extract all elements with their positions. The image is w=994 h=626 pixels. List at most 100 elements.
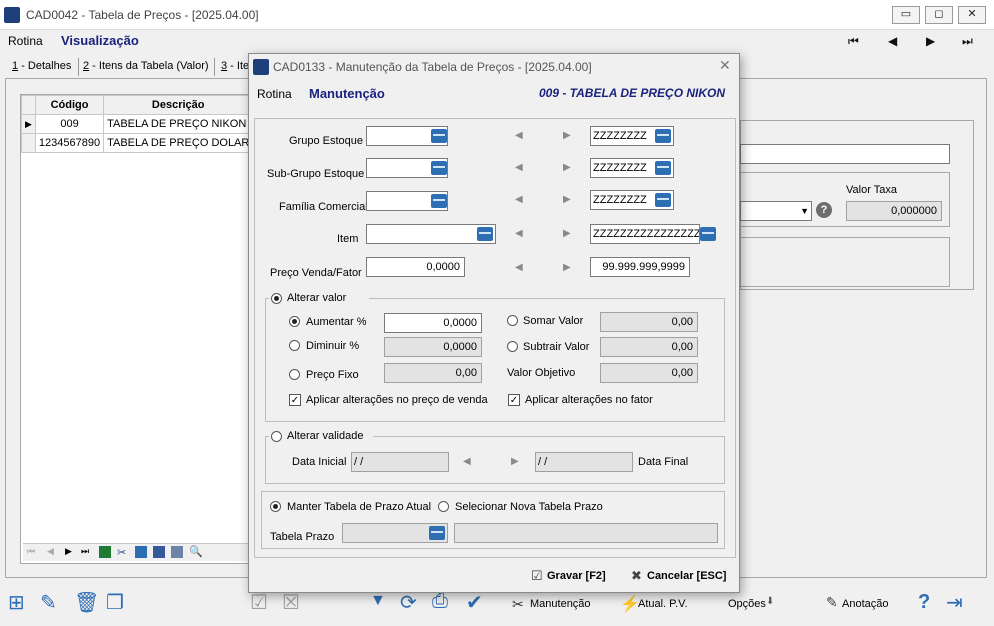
menu-rotina[interactable]: Rotina bbox=[8, 34, 43, 48]
save-icon[interactable] bbox=[135, 546, 147, 558]
alterar-valor-legend[interactable]: Alterar valor bbox=[269, 292, 369, 306]
right-field[interactable] bbox=[740, 144, 950, 164]
grid-header-descricao[interactable]: Descrição bbox=[103, 95, 254, 115]
save-icon: ☑ bbox=[531, 568, 543, 583]
atual-pv-button[interactable]: Atual. P.V. bbox=[638, 598, 688, 610]
subtrair-radio[interactable] bbox=[507, 341, 518, 352]
aplicar-fator-label: Aplicar alterações no fator bbox=[525, 394, 653, 406]
sub-grupo-from-input[interactable] bbox=[366, 158, 448, 178]
gravar-button[interactable]: ☑ Gravar [F2] bbox=[531, 568, 621, 586]
help-icon[interactable]: ? bbox=[918, 591, 930, 614]
dialog-menu-manutencao[interactable]: Manutenção bbox=[309, 86, 385, 101]
tab-itens-label: - Itens da Tabela (Valor) bbox=[89, 60, 209, 72]
help-icon[interactable]: ? bbox=[816, 202, 832, 218]
folder-icon[interactable] bbox=[655, 193, 671, 207]
print-icon[interactable] bbox=[153, 546, 165, 558]
manter-prazo-radio[interactable] bbox=[270, 501, 281, 512]
pencil-icon: ✎ bbox=[826, 594, 838, 610]
alterar-validade-legend[interactable]: Alterar validade bbox=[269, 430, 373, 444]
arrow-left-icon: ◀ bbox=[515, 262, 523, 273]
arrow-right-icon: ▶ bbox=[563, 228, 571, 239]
manutencao-icon: ✂ bbox=[512, 596, 524, 612]
table-row[interactable]: ▶ 009 TABELA DE PREÇO NIKON bbox=[21, 114, 254, 134]
folder-icon[interactable] bbox=[655, 161, 671, 175]
anotacao-button[interactable]: Anotação bbox=[842, 598, 888, 610]
tools-icon[interactable]: ✂ bbox=[117, 546, 126, 559]
cell-codigo[interactable]: 1234567890 bbox=[34, 133, 105, 153]
dialog-menu-rotina[interactable]: Rotina bbox=[257, 87, 292, 101]
add-icon[interactable]: ⊞ bbox=[8, 590, 25, 615]
somar-radio[interactable] bbox=[507, 315, 518, 326]
opcoes-button[interactable]: Opções bbox=[728, 598, 766, 610]
item-to-input[interactable]: ZZZZZZZZZZZZZZZZZZZZ bbox=[590, 224, 700, 244]
aumentar-radio[interactable] bbox=[289, 316, 300, 327]
familia-from-input[interactable] bbox=[366, 191, 448, 211]
nav-last-icon[interactable]: ⏭ bbox=[962, 34, 973, 49]
restore-button[interactable]: ◻ bbox=[925, 6, 953, 24]
cell-descricao[interactable]: TABELA DE PREÇO DOLAR bbox=[103, 133, 254, 153]
folder-icon[interactable] bbox=[431, 161, 447, 175]
preco-fixo-radio[interactable] bbox=[289, 369, 300, 380]
cancel-icon: ✖ bbox=[631, 568, 642, 583]
aumentar-label: Aumentar % bbox=[306, 316, 367, 328]
aplicar-preco-venda-checkbox[interactable]: ✓ bbox=[289, 394, 301, 406]
print-icon[interactable]: ⎙ bbox=[432, 590, 448, 613]
folder-icon[interactable] bbox=[431, 194, 447, 208]
nav-next-icon[interactable]: ▶ bbox=[926, 34, 935, 48]
manter-prazo-label: Manter Tabela de Prazo Atual bbox=[287, 501, 432, 513]
minimize-button[interactable]: ▭ bbox=[892, 6, 920, 24]
alterar-valor-label: Alterar valor bbox=[287, 292, 347, 304]
copy-icon[interactable]: ❐ bbox=[106, 590, 124, 615]
grupo-estoque-from-input[interactable] bbox=[366, 126, 448, 146]
arrow-left-icon: ◀ bbox=[515, 162, 523, 173]
grid-prev-icon[interactable]: ◀ bbox=[47, 546, 54, 557]
edit-icon[interactable]: ✎ bbox=[40, 590, 57, 615]
selecionar-prazo-radio[interactable] bbox=[438, 501, 449, 512]
cell-codigo[interactable]: 009 bbox=[34, 114, 105, 134]
arrow-left-icon: ◀ bbox=[463, 456, 471, 467]
preco-from-input[interactable]: 0,0000 bbox=[366, 257, 465, 277]
alterar-validade-radio[interactable] bbox=[271, 431, 282, 442]
search-icon[interactable]: 🔍 bbox=[189, 545, 203, 558]
grid-header-codigo[interactable]: Código bbox=[34, 95, 105, 115]
tab-itens-tabela[interactable]: 2 - Itens da Tabela (Valor) bbox=[79, 60, 213, 72]
diminuir-radio[interactable] bbox=[289, 340, 300, 351]
alterar-valor-radio[interactable] bbox=[271, 293, 282, 304]
folder-icon[interactable] bbox=[655, 129, 671, 143]
nav-prev-icon[interactable]: ◀ bbox=[888, 34, 897, 48]
cell-descricao[interactable]: TABELA DE PREÇO NIKON bbox=[103, 114, 254, 134]
row-indicator bbox=[21, 133, 36, 153]
tab-detalhes[interactable]: 1 - Detalhes bbox=[8, 60, 75, 72]
report-icon[interactable] bbox=[171, 546, 183, 558]
dialog-close-button[interactable]: ✕ bbox=[719, 57, 731, 74]
right-empty-group bbox=[740, 237, 950, 287]
grid-first-icon[interactable]: ⏮ bbox=[27, 546, 35, 557]
folder-icon[interactable] bbox=[477, 227, 493, 241]
exit-icon[interactable]: ⇥ bbox=[946, 590, 963, 615]
refresh-icon[interactable]: ⟳ bbox=[400, 590, 417, 615]
close-button[interactable]: ✕ bbox=[958, 6, 986, 24]
subtrair-input: 0,00 bbox=[600, 337, 698, 357]
check-icon[interactable]: ✔ bbox=[466, 590, 483, 615]
aumentar-input[interactable]: 0,0000 bbox=[384, 313, 482, 333]
filter-icon[interactable]: ▼ bbox=[370, 592, 386, 610]
aplicar-fator-checkbox[interactable]: ✓ bbox=[508, 394, 520, 406]
cancelar-button[interactable]: ✖ Cancelar [ESC] bbox=[631, 568, 731, 586]
grid-last-icon[interactable]: ⏭ bbox=[81, 546, 89, 557]
nav-first-icon[interactable]: ⏮ bbox=[848, 34, 859, 49]
menu-visualizacao[interactable]: Visualização bbox=[61, 33, 139, 48]
table-row[interactable]: 1234567890 TABELA DE PREÇO DOLAR bbox=[21, 133, 254, 153]
diminuir-input: 0,0000 bbox=[384, 337, 482, 357]
excel-icon[interactable] bbox=[99, 546, 111, 558]
folder-icon[interactable] bbox=[700, 227, 716, 241]
delete-icon[interactable]: 🗑 bbox=[74, 590, 99, 615]
manutencao-button[interactable]: Manutenção bbox=[530, 598, 591, 610]
preco-to-input[interactable]: 99.999.999,9999 bbox=[590, 257, 690, 277]
folder-icon[interactable] bbox=[429, 526, 445, 540]
grid-next-icon[interactable]: ▶ bbox=[65, 546, 72, 557]
chevron-down-icon: ▼ bbox=[800, 206, 809, 216]
preco-fixo-input: 0,00 bbox=[384, 363, 482, 383]
moeda-select[interactable]: ▼ bbox=[740, 201, 812, 221]
item-from-input[interactable] bbox=[366, 224, 496, 244]
folder-icon[interactable] bbox=[431, 129, 447, 143]
